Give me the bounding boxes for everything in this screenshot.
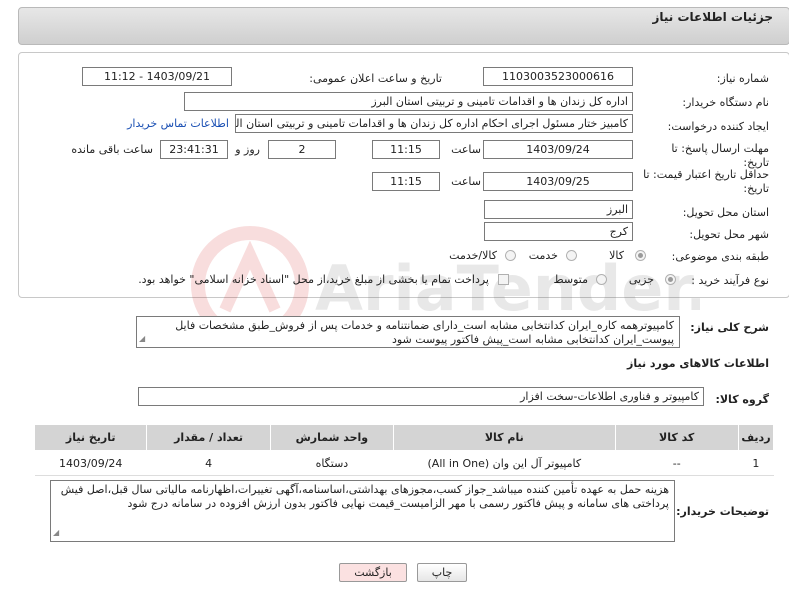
table-row[interactable]: 1 -- کامپیوتر آل این وان (All in One) دس…: [34, 450, 774, 476]
buyer-contact-link[interactable]: اطلاعات تماس خریدار: [127, 117, 229, 130]
back-button[interactable]: بازگشت: [339, 563, 407, 582]
price-time-label: ساعت: [451, 175, 481, 188]
col-row: ردیف: [737, 424, 775, 451]
col-unit: واحد شمارش: [269, 424, 395, 451]
description-label: شرح کلی نیاز:: [690, 321, 769, 334]
time-remaining: 23:41:31: [160, 140, 228, 159]
goods-group-value: کامپیوتر و فناوری اطلاعات-سخت افزار: [138, 387, 704, 406]
days-remaining: 2: [268, 140, 336, 159]
creator-value: کامبیز ختار مسئول اجرای احکام اداره کل ز…: [235, 114, 633, 133]
creator-label: ایجاد کننده درخواست:: [667, 120, 769, 133]
cell-quantity: 4: [146, 450, 271, 476]
category-option-service: خدمت: [528, 249, 558, 262]
col-name: نام کالا: [393, 424, 616, 451]
cell-name: کامپیوتر آل این وان (All in One): [393, 450, 616, 476]
col-quantity: تعداد / مقدار: [146, 424, 271, 451]
col-date: تاریخ نیاز: [33, 424, 148, 451]
resize-grip-icon[interactable]: ◢: [53, 526, 59, 540]
province-label: استان محل تحویل:: [682, 206, 769, 219]
buyer-notes-text: هزینه حمل به عهده تأمین کننده میباشد_جوا…: [60, 483, 669, 510]
days-word: روز و: [235, 143, 260, 156]
reply-time: 11:15: [372, 140, 440, 159]
page-title: جزئیات اطلاعات نیاز: [652, 10, 773, 24]
goods-group-label: گروه کالا:: [715, 393, 769, 406]
remaining-word: ساعت باقی مانده: [71, 143, 153, 156]
category-radio-goods[interactable]: [635, 250, 646, 261]
cell-date: 1403/09/24: [34, 450, 147, 476]
price-validity-label-2: تاریخ:: [743, 182, 769, 195]
reply-time-label: ساعت: [451, 143, 481, 156]
print-button[interactable]: چاپ: [417, 563, 467, 582]
col-code: کد کالا: [614, 424, 739, 451]
cell-unit: دستگاه: [270, 450, 394, 476]
process-option-medium: متوسط: [553, 273, 588, 286]
buyer-label: نام دستگاه خریدار:: [682, 96, 769, 109]
description-textarea: کامپیوترهمه کاره_ایران کدانتخابی مشابه ا…: [136, 316, 680, 348]
reply-date: 1403/09/24: [483, 140, 633, 159]
treasury-payment-checkbox[interactable]: [498, 274, 509, 285]
description-text: کامپیوترهمه کاره_ایران کدانتخابی مشابه ا…: [175, 319, 674, 346]
category-radio-goods-service[interactable]: [505, 250, 516, 261]
price-validity-label-1: حداقل تاریخ اعتبار قیمت: تا: [643, 168, 769, 181]
buyer-notes-textarea: هزینه حمل به عهده تأمین کننده میباشد_جوا…: [50, 480, 675, 542]
treasury-payment-note: پرداخت تمام یا بخشی از مبلغ خرید،از محل …: [138, 273, 489, 286]
buyer-notes-label: توضیحات خریدار:: [676, 505, 769, 518]
resize-grip-icon[interactable]: ◢: [139, 332, 145, 346]
price-validity-time: 11:15: [372, 172, 440, 191]
city-label: شهر محل تحویل:: [689, 228, 769, 241]
announce-value: 1403/09/21 - 11:12: [82, 67, 232, 86]
need-number-label: شماره نیاز:: [716, 72, 769, 85]
process-radio-minor[interactable]: [665, 274, 676, 285]
cell-row: 1: [738, 450, 774, 476]
buyer-value: اداره کل زندان ها و اقدامات تامینی و ترب…: [184, 92, 633, 111]
process-label: نوع فرآیند خرید :: [691, 274, 769, 287]
need-number-value: 1103003523000616: [483, 67, 633, 86]
items-table-header-row: ردیف کد کالا نام کالا واحد شمارش تعداد /…: [33, 424, 775, 451]
category-option-goods-service: کالا/خدمت: [449, 249, 497, 262]
city-value: کرج: [484, 222, 633, 241]
category-radio-service[interactable]: [566, 250, 577, 261]
announce-label: تاریخ و ساعت اعلان عمومی:: [309, 72, 442, 85]
category-label: طبقه بندی موضوعی:: [671, 250, 769, 263]
goods-section-title: اطلاعات کالاهای مورد نیاز: [627, 357, 769, 370]
items-table: ردیف کد کالا نام کالا واحد شمارش تعداد /…: [33, 424, 775, 476]
process-option-minor: جزیی: [628, 273, 654, 286]
cell-code: --: [615, 450, 739, 476]
category-option-goods: کالا: [609, 249, 624, 262]
process-radio-medium[interactable]: [596, 274, 607, 285]
price-validity-date: 1403/09/25: [483, 172, 633, 191]
reply-deadline-label-1: مهلت ارسال پاسخ: تا: [671, 142, 769, 155]
province-value: البرز: [484, 200, 633, 219]
